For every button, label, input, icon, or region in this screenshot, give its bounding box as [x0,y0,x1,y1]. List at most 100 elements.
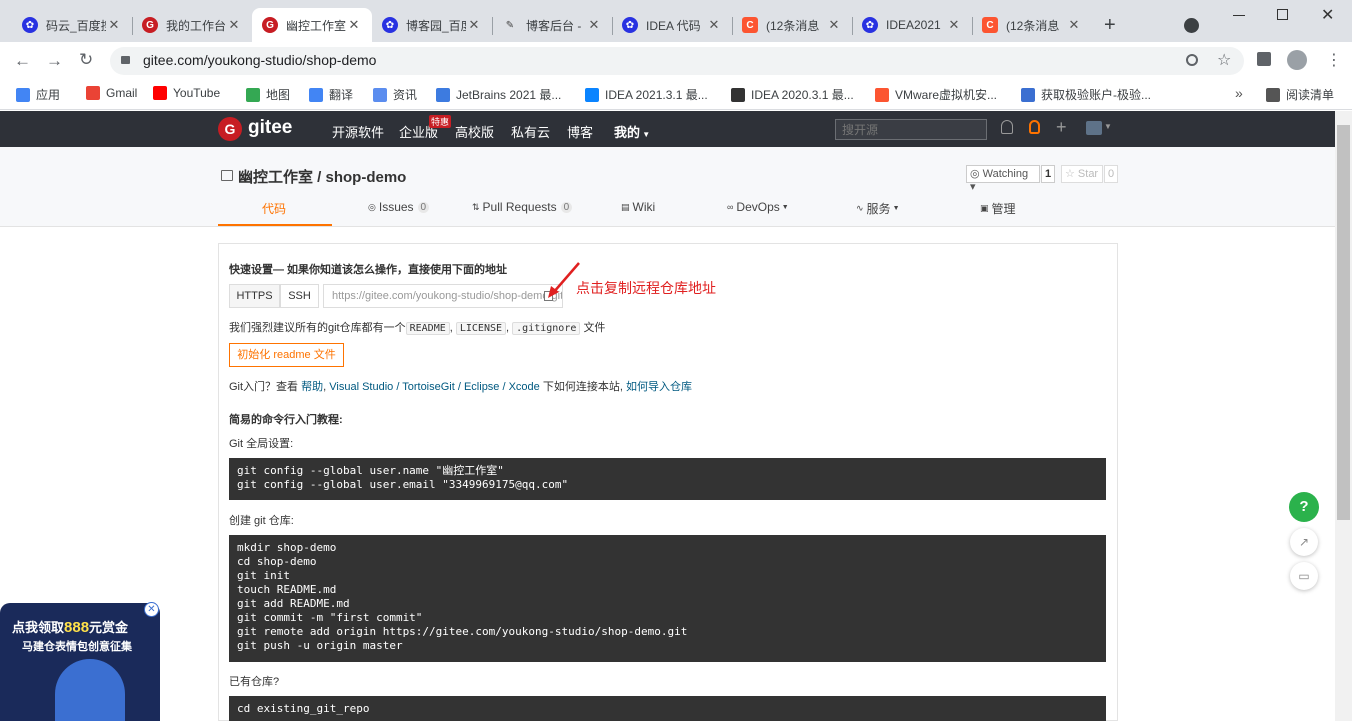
browser-tab[interactable]: G 我的工作台 ✕ [132,8,252,42]
repo-tab[interactable]: ∿ 服务 ▼ [856,200,900,217]
minimize-button[interactable] [1233,15,1245,16]
tab-close-icon[interactable]: ✕ [586,17,602,33]
extensions-icon[interactable] [1257,52,1271,66]
repo-tab[interactable]: ⇅ Pull Requests 0 [472,200,573,214]
bookmark-star-icon[interactable]: ☆ [1217,50,1231,70]
comment-float-button[interactable]: ▭ [1290,562,1318,590]
license-code: LICENSE [455,322,507,335]
share-float-button[interactable]: ↗ [1290,528,1318,556]
bookmark-icon [86,86,100,100]
tools-link[interactable]: Visual Studio / TortoiseGit / Eclipse / … [329,381,540,393]
bookmark-item[interactable]: 获取极验账户-极验... [1021,86,1151,103]
help-link[interactable]: 帮助 [301,381,323,393]
bookmark-item[interactable]: IDEA 2021.3.1 最... [585,86,708,103]
existing-repo-code[interactable]: cd existing_git_repo [229,696,1106,721]
bookmark-item[interactable]: Gmail [86,86,137,100]
watch-button[interactable]: ◎ Watching ▾ [966,165,1040,193]
scrollbar-thumb[interactable] [1337,125,1350,520]
tab-separator [972,17,973,35]
browser-tab[interactable]: C (12条消息 ✕ [972,8,1092,42]
browser-tab[interactable]: ✎ 博客后台 - ✕ [492,8,612,42]
gitee-nav-item[interactable]: 高校版 [455,122,494,141]
profile-avatar[interactable] [1287,50,1307,70]
repo-tab[interactable]: ▤ Wiki [621,200,655,214]
maximize-button[interactable] [1277,9,1288,20]
global-settings-code[interactable]: git config --global user.name "幽控工作室" gi… [229,458,1106,500]
bookmark-label: YouTube [173,86,221,100]
repo-tab-label: 管理 [991,202,1016,216]
gitee-navbar [0,111,1335,147]
repo-title[interactable]: 幽控工作室 / shop-demo [238,166,406,187]
help-float-button[interactable]: ? [1289,492,1319,522]
bookmark-item[interactable]: 应用 [16,86,60,103]
add-icon[interactable]: + [1056,117,1067,138]
import-link[interactable]: 如何导入仓库 [626,381,692,393]
browser-tab[interactable]: ✿ 博客园_百度✕ [372,8,492,42]
browser-tab[interactable]: ✿ IDEA 代码 ✕ [612,8,732,42]
gitee-search-input[interactable] [835,119,987,140]
gitee-nav-label: 开源软件 [332,125,385,140]
star-count[interactable]: 0 [1104,165,1118,183]
tab-close-icon[interactable]: ✕ [706,17,722,33]
bulb-icon[interactable] [1029,120,1040,134]
star-button[interactable]: ☆ Star [1061,165,1103,183]
repo-tab[interactable]: 代码 [259,200,286,217]
tab-close-icon[interactable]: ✕ [826,17,842,33]
repo-tab[interactable]: ◎ Issues 0 [368,200,430,214]
bookmark-item[interactable]: 地图 [246,86,290,103]
ssh-button[interactable]: SSH [280,284,319,308]
gitee-nav-item[interactable]: 私有云 [511,122,550,141]
tab-close-icon[interactable]: ✕ [346,17,362,33]
bookmark-item[interactable]: YouTube [153,86,220,100]
zoom-icon[interactable] [1186,54,1198,66]
promo-banner[interactable]: 点我领取888元赏金 马建仓表情包创意征集 [0,603,160,721]
bookmark-icon [731,87,745,102]
bookmark-item[interactable]: 阅读清单 [1266,86,1334,103]
watch-count[interactable]: 1 [1041,165,1055,183]
init-readme-button[interactable]: 初始化 readme 文件 [229,343,344,367]
gitee-logo-icon: G [262,17,278,33]
create-repo-code[interactable]: mkdir shop-demo cd shop-demo git init to… [229,535,1106,662]
notification-bell-icon[interactable] [1001,120,1013,134]
close-window-button[interactable]: ✕ [1321,5,1334,25]
tab-search-icon[interactable] [1184,18,1199,33]
browser-tab[interactable]: G 幽控工作室 ✕ [252,8,372,42]
gitee-nav-item[interactable]: 我的 ▼ [614,122,650,141]
user-menu-caret-icon[interactable]: ▼ [1104,122,1112,131]
csdn-logo-icon: C [982,17,998,33]
tab-close-icon[interactable]: ✕ [106,17,122,33]
watch-label: Watching [982,168,1029,180]
promo-badge: 特惠 [429,115,452,128]
pull-request-icon: ⇅ [472,201,480,212]
new-tab-button[interactable]: + [1104,14,1116,37]
https-button[interactable]: HTTPS [229,284,280,308]
browser-tab[interactable]: ✿ IDEA2021 ✕ [852,8,972,42]
clone-url-field[interactable]: https://gitee.com/youkong-studio/shop-de… [323,284,563,308]
bookmarks-overflow-icon[interactable]: » [1235,85,1243,101]
gitee-nav-item[interactable]: 开源软件 [332,122,384,141]
browser-tab[interactable]: ✿ 码云_百度搜✕ [12,8,132,42]
user-avatar[interactable] [1086,121,1102,135]
bookmark-item[interactable]: VMware虚拟机安... [875,86,997,103]
gitee-logo-icon[interactable]: G [218,117,242,141]
bookmark-item[interactable]: IDEA 2020.3.1 最... [731,86,854,103]
gitee-nav-item[interactable]: 博客 [567,122,593,141]
menu-dots-icon[interactable]: ⋮ [1326,50,1342,70]
bookmark-item[interactable]: 资讯 [373,86,417,103]
tab-close-icon[interactable]: ✕ [1066,17,1082,33]
forward-icon[interactable]: → [46,51,63,71]
bookmark-item[interactable]: JetBrains 2021 最... [436,86,561,103]
repo-tab[interactable]: ∞ DevOps ▼ [727,200,789,214]
promo-close-icon[interactable]: ✕ [144,602,159,617]
back-icon[interactable]: ← [14,51,31,71]
reload-icon[interactable]: ↻ [79,50,93,70]
tab-close-icon[interactable]: ✕ [466,17,482,33]
browser-tab[interactable]: C (12条消息 ✕ [732,8,852,42]
gitee-logo-text[interactable]: gitee [248,117,292,139]
repo-tab[interactable]: ▣ 管理 [980,200,1016,217]
bookmark-label: JetBrains 2021 最... [456,88,562,102]
tab-label: 博客园_百度 [406,18,466,33]
tab-close-icon[interactable]: ✕ [946,17,962,33]
bookmark-item[interactable]: 翻译 [309,86,353,103]
tab-close-icon[interactable]: ✕ [226,17,242,33]
